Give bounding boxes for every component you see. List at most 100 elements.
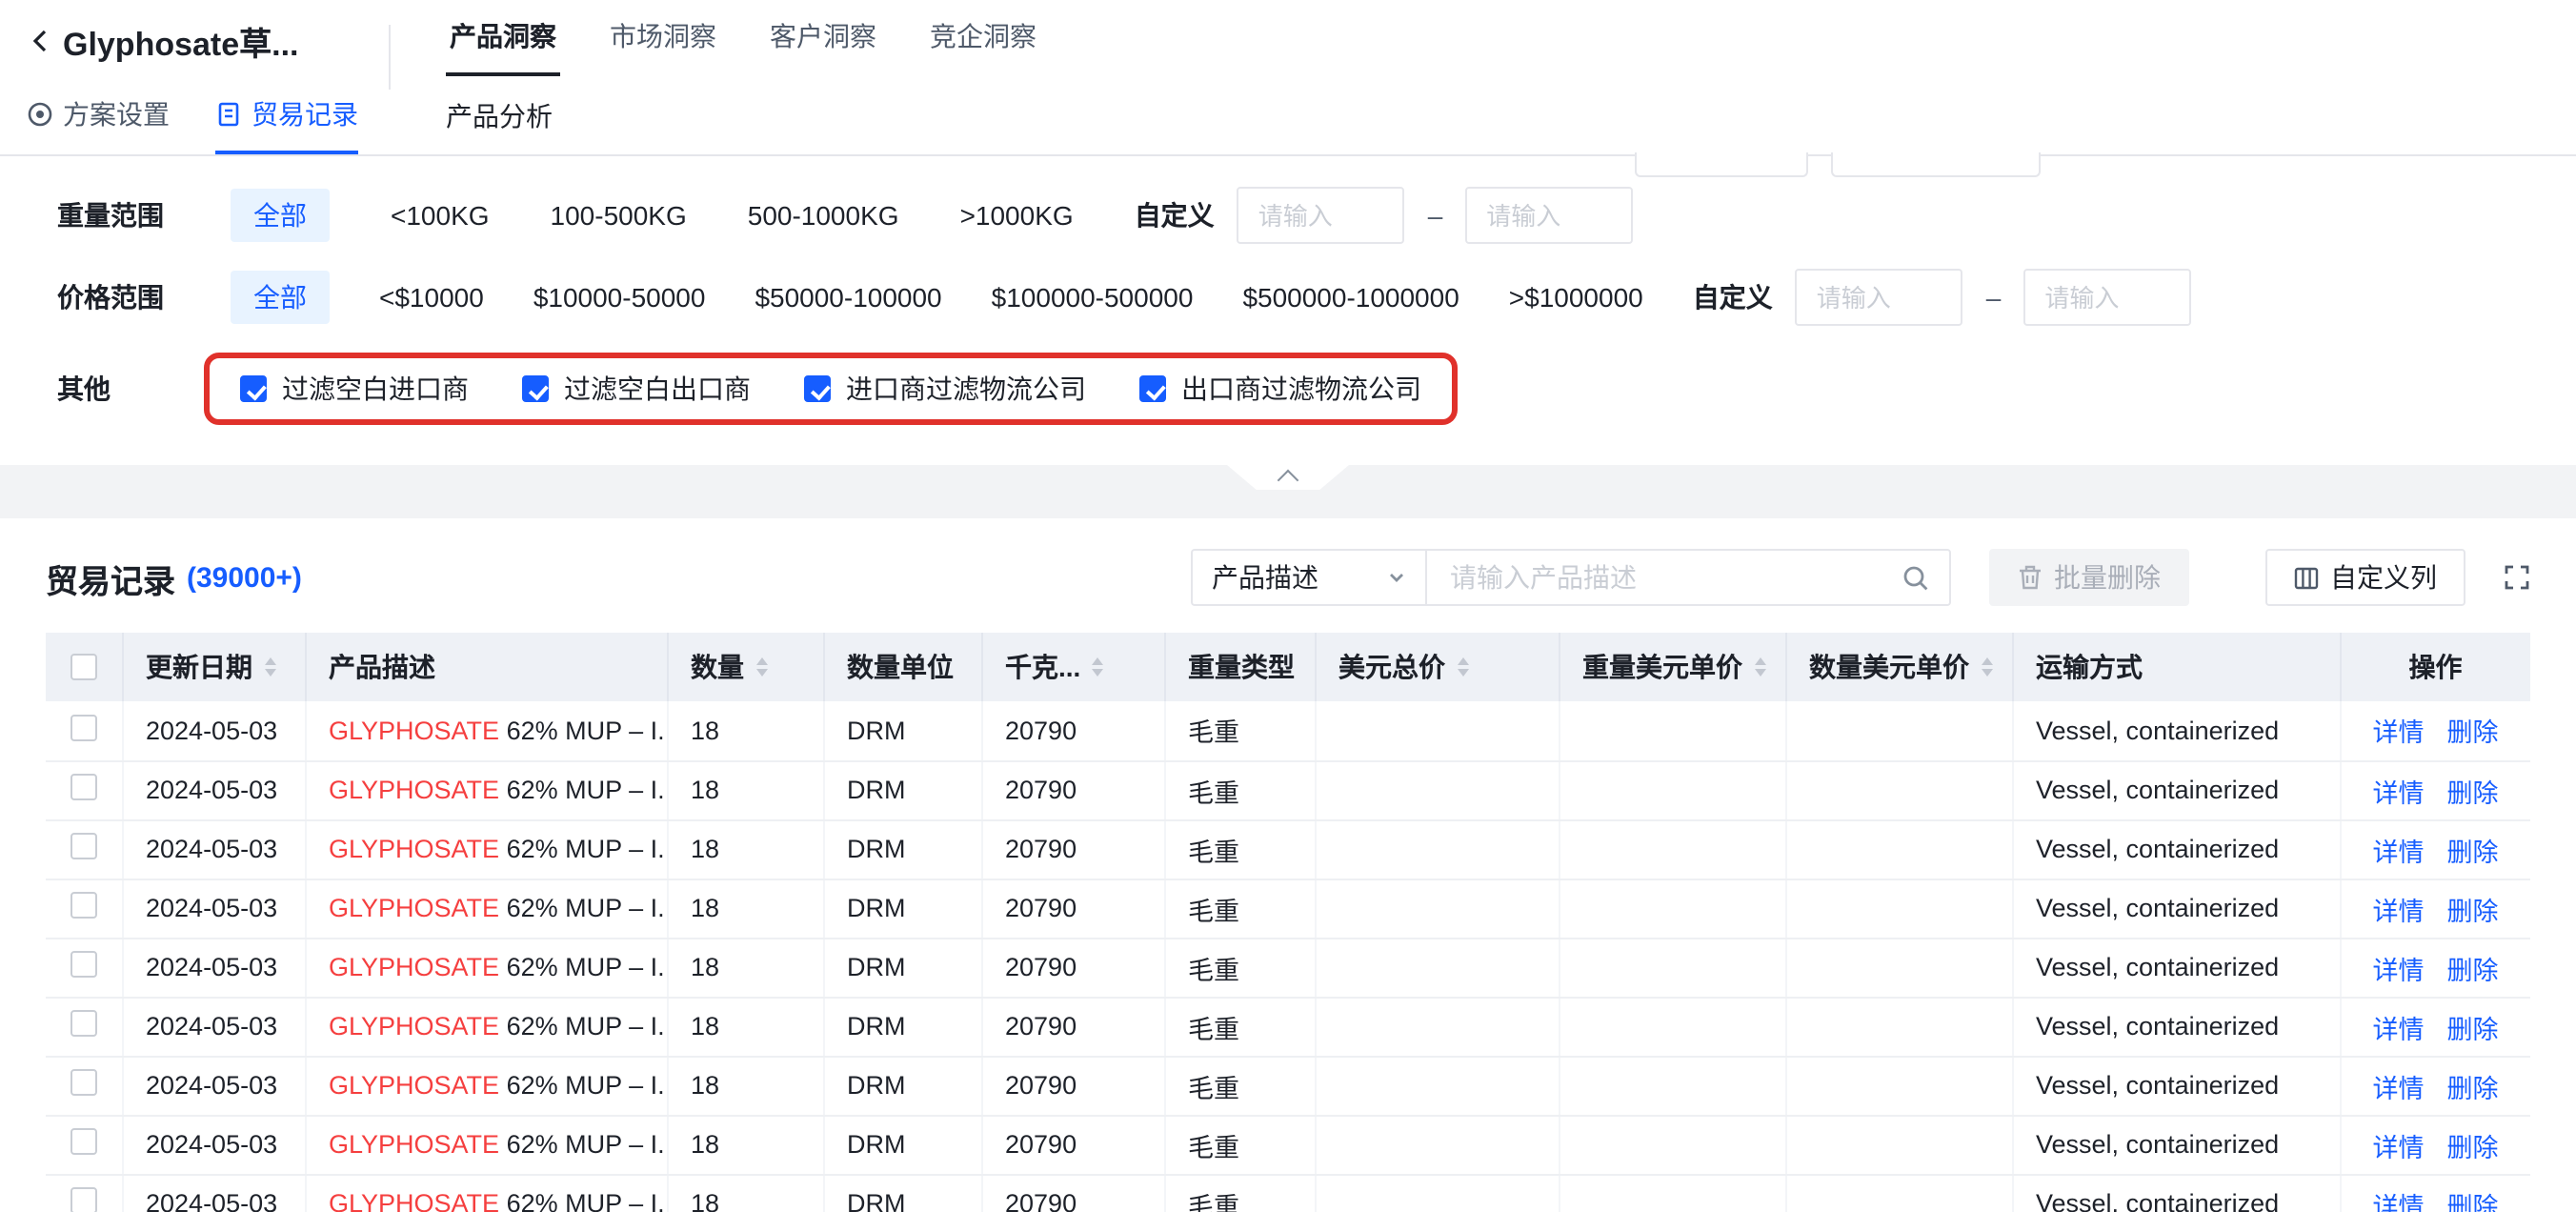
delete-link[interactable]: 删除	[2447, 719, 2499, 748]
tab-plan-settings[interactable]: 方案设置	[27, 76, 170, 154]
sort-icon[interactable]	[755, 657, 767, 677]
column-label: 产品描述	[329, 648, 435, 686]
price-option-50000-100000[interactable]: $50000-100000	[755, 274, 941, 320]
field-select[interactable]: 产品描述	[1191, 549, 1427, 606]
column-header-usd-unit-price-weight[interactable]: 重量美元单价	[1559, 633, 1785, 701]
checkbox-checked-icon	[804, 375, 831, 402]
sort-icon[interactable]	[1754, 657, 1765, 677]
checkbox-importer-filter-logistics[interactable]: 进口商过滤物流公司	[804, 370, 1086, 408]
row-checkbox[interactable]	[70, 951, 97, 978]
price-option-gt1000000[interactable]: >$1000000	[1509, 274, 1643, 320]
tab-market-insight[interactable]: 市场洞察	[606, 0, 720, 76]
price-max-input[interactable]	[2023, 269, 2191, 326]
detail-link[interactable]: 详情	[2373, 1015, 2425, 1043]
weight-option-100-500[interactable]: 100-500KG	[551, 192, 687, 238]
cell-product-description: GLYPHOSATE 62% MUP – I...	[305, 879, 667, 938]
detail-link[interactable]: 详情	[2373, 838, 2425, 866]
batch-delete-button[interactable]: 批量删除	[1989, 549, 2189, 606]
back-button[interactable]	[27, 26, 55, 54]
price-option-10000-50000[interactable]: $10000-50000	[533, 274, 706, 320]
cell-product-description: GLYPHOSATE 62% MUP – I...	[305, 701, 667, 760]
delete-link[interactable]: 删除	[2447, 897, 2499, 925]
price-option-100000-500000[interactable]: $100000-500000	[992, 274, 1194, 320]
tab-competitor-insight[interactable]: 竞企洞察	[926, 0, 1040, 76]
sort-icon[interactable]	[1981, 657, 1992, 677]
price-option-lt10000[interactable]: <$10000	[379, 274, 484, 320]
price-option-all[interactable]: 全部	[231, 271, 330, 324]
cell-usd-total-price	[1315, 1115, 1559, 1174]
cell-product-description: GLYPHOSATE 62% MUP – I...	[305, 1115, 667, 1174]
delete-link[interactable]: 删除	[2447, 1015, 2499, 1043]
checkbox-filter-blank-importer[interactable]: 过滤空白进口商	[240, 370, 469, 408]
row-checkbox[interactable]	[70, 715, 97, 741]
column-header-kilograms[interactable]: 千克...	[981, 633, 1164, 701]
cell-weight-type: 毛重	[1164, 760, 1315, 819]
row-checkbox[interactable]	[70, 1010, 97, 1037]
detail-link[interactable]: 详情	[2373, 897, 2425, 925]
row-checkbox[interactable]	[70, 892, 97, 919]
weight-option-500-1000[interactable]: 500-1000KG	[748, 192, 899, 238]
select-all-checkbox[interactable]	[70, 654, 97, 680]
target-icon	[27, 100, 53, 127]
price-option-500000-1000000[interactable]: $500000-1000000	[1242, 274, 1459, 320]
delete-link[interactable]: 删除	[2447, 1133, 2499, 1162]
checkbox-label: 出口商过滤物流公司	[1181, 370, 1421, 408]
delete-link[interactable]: 删除	[2447, 956, 2499, 984]
batch-delete-label: 批量删除	[2054, 558, 2161, 596]
sort-icon[interactable]	[1457, 657, 1468, 677]
tab-trade-records[interactable]: 贸易记录	[215, 76, 358, 154]
search-input[interactable]	[1446, 560, 1902, 595]
weight-max-input[interactable]	[1465, 187, 1633, 244]
column-header-update-date[interactable]: 更新日期	[122, 633, 305, 701]
other-filter-row: 其他 过滤空白进口商 过滤空白出口商 进口商过滤物流公司 出口商过滤物流公司	[57, 347, 2519, 431]
cell-usd-total-price	[1315, 819, 1559, 879]
detail-link[interactable]: 详情	[2373, 1133, 2425, 1162]
cell-transport-mode: Vessel, containerized	[2012, 1174, 2340, 1212]
row-checkbox[interactable]	[70, 1187, 97, 1212]
weight-min-input[interactable]	[1238, 187, 1405, 244]
tab-product-insight[interactable]: 产品洞察	[446, 0, 560, 76]
weight-option-all[interactable]: 全部	[231, 189, 330, 242]
sort-icon[interactable]	[1092, 657, 1103, 677]
column-label: 操作	[2409, 648, 2463, 686]
row-checkbox[interactable]	[70, 1069, 97, 1096]
tab-customer-insight[interactable]: 客户洞察	[766, 0, 880, 76]
detail-link[interactable]: 详情	[2373, 778, 2425, 807]
search-icon[interactable]	[1902, 563, 1930, 592]
partial-button[interactable]	[1635, 152, 1808, 177]
collapse-panel-button[interactable]	[1227, 465, 1349, 490]
cell-quantity-unit: DRM	[823, 1056, 981, 1115]
weight-option-lt100[interactable]: <100KG	[391, 192, 490, 238]
weight-option-gt1000[interactable]: >1000KG	[960, 192, 1074, 238]
custom-columns-button[interactable]: 自定义列	[2265, 549, 2465, 606]
partial-button[interactable]	[1831, 152, 2041, 177]
detail-link[interactable]: 详情	[2373, 1192, 2425, 1212]
cell-transport-mode: Vessel, containerized	[2012, 1056, 2340, 1115]
checkbox-filter-blank-exporter[interactable]: 过滤空白出口商	[522, 370, 751, 408]
cell-quantity-unit: DRM	[823, 997, 981, 1056]
price-min-input[interactable]	[1796, 269, 1963, 326]
delete-link[interactable]: 删除	[2447, 778, 2499, 807]
cell-update-date: 2024-05-03	[122, 1174, 305, 1212]
delete-link[interactable]: 删除	[2447, 838, 2499, 866]
delete-link[interactable]: 删除	[2447, 1074, 2499, 1102]
cell-transport-mode: Vessel, containerized	[2012, 997, 2340, 1056]
detail-link[interactable]: 详情	[2373, 719, 2425, 748]
trash-icon	[2018, 564, 2043, 591]
document-icon	[215, 100, 242, 127]
checkbox-exporter-filter-logistics[interactable]: 出口商过滤物流公司	[1139, 370, 1421, 408]
detail-link[interactable]: 详情	[2373, 956, 2425, 984]
sort-icon[interactable]	[264, 657, 275, 677]
row-checkbox[interactable]	[70, 833, 97, 859]
detail-link[interactable]: 详情	[2373, 1074, 2425, 1102]
delete-link[interactable]: 删除	[2447, 1192, 2499, 1212]
fullscreen-icon[interactable]	[2504, 564, 2530, 591]
price-filter-row: 价格范围 全部 <$10000 $10000-50000 $50000-1000…	[57, 265, 2519, 330]
column-header-usd-unit-price-quantity[interactable]: 数量美元单价	[1785, 633, 2012, 701]
row-checkbox[interactable]	[70, 774, 97, 800]
cell-select-all	[46, 1174, 122, 1212]
tab-product-analysis[interactable]: 产品分析	[446, 96, 553, 134]
column-header-quantity[interactable]: 数量	[667, 633, 823, 701]
row-checkbox[interactable]	[70, 1128, 97, 1155]
column-header-usd-total-price[interactable]: 美元总价	[1315, 633, 1559, 701]
